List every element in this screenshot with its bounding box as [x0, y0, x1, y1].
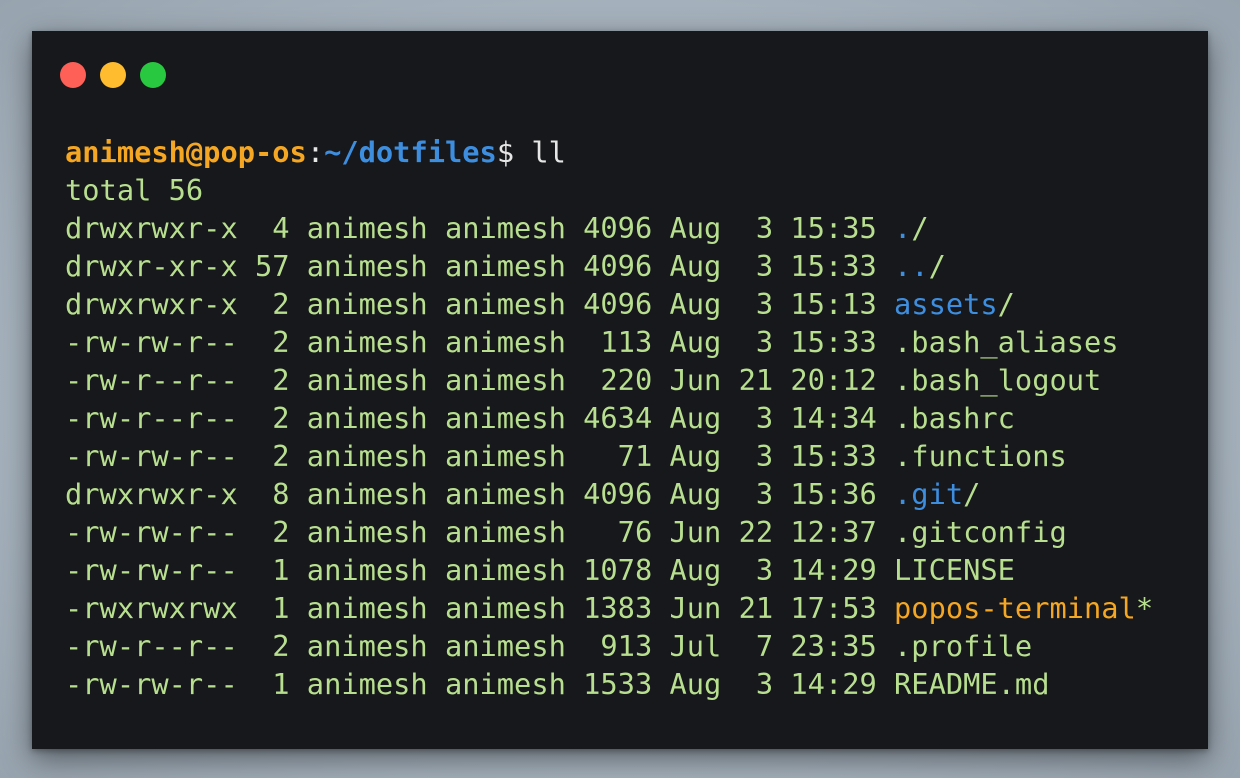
window-controls	[60, 62, 166, 88]
listing-meta: -rw-rw-r-- 2 animesh animesh 71 Aug 3 15…	[65, 439, 895, 473]
listing-filename: .profile	[894, 629, 1033, 663]
prompt-colon: :	[306, 135, 325, 169]
listing-suffix: /	[963, 477, 981, 511]
listing-filename: assets	[894, 287, 998, 321]
listing-suffix: *	[1135, 591, 1154, 625]
listing-meta: drwxr-xr-x 57 animesh animesh 4096 Aug 3…	[65, 249, 895, 283]
listing-meta: drwxrwxr-x 2 animesh animesh 4096 Aug 3 …	[65, 287, 895, 321]
listing-meta: -rw-r--r-- 2 animesh animesh 220 Jun 21 …	[65, 363, 895, 397]
listing-filename: .bashrc	[894, 401, 1015, 435]
close-button[interactable]	[60, 62, 86, 88]
listing-filename: .git	[894, 477, 964, 511]
listing-meta: -rwxrwxrwx 1 animesh animesh 1383 Jun 21…	[65, 591, 895, 625]
listing-row: -rw-rw-r-- 2 animesh animesh 113 Aug 3 1…	[65, 323, 1153, 361]
listing-meta: -rw-rw-r-- 2 animesh animesh 113 Aug 3 1…	[65, 325, 895, 359]
listing-row: -rw-rw-r-- 2 animesh animesh 71 Aug 3 15…	[65, 437, 1153, 475]
listing-row: -rw-r--r-- 2 animesh animesh 4634 Aug 3 …	[65, 399, 1153, 437]
terminal-output[interactable]: animesh@pop-os:~/dotfiles$ ll total 56 drw…	[65, 133, 1153, 703]
listing-row: -rw-rw-r-- 2 animesh animesh 76 Jun 22 1…	[65, 513, 1153, 551]
listing-filename: .bash_aliases	[894, 325, 1119, 359]
listing-suffix: /	[911, 211, 929, 245]
listing-row: -rw-rw-r-- 1 animesh animesh 1533 Aug 3 …	[65, 665, 1153, 703]
total-line: total 56	[65, 173, 204, 207]
listing-filename: README.md	[894, 667, 1050, 701]
listing-meta: -rw-rw-r-- 1 animesh animesh 1078 Aug 3 …	[65, 553, 895, 587]
listing-row: drwxrwxr-x 2 animesh animesh 4096 Aug 3 …	[65, 285, 1153, 323]
listing-meta: -rw-rw-r-- 1 animesh animesh 1533 Aug 3 …	[65, 667, 895, 701]
listing-row: drwxrwxr-x 8 animesh animesh 4096 Aug 3 …	[65, 475, 1153, 513]
listing-row: -rwxrwxrwx 1 animesh animesh 1383 Jun 21…	[65, 589, 1153, 627]
listing-meta: -rw-r--r-- 2 animesh animesh 4634 Aug 3 …	[65, 401, 895, 435]
listing-row: -rw-r--r-- 2 animesh animesh 913 Jul 7 2…	[65, 627, 1153, 665]
prompt-dollar: $	[496, 135, 515, 169]
listing-suffix: /	[928, 249, 946, 283]
prompt-user-host: animesh@pop-os	[65, 135, 307, 169]
listing-filename: LICENSE	[894, 553, 1015, 587]
typed-command: ll	[514, 135, 566, 169]
minimize-button[interactable]	[100, 62, 126, 88]
listing-filename: .functions	[894, 439, 1067, 473]
directory-listing: drwxrwxr-x 4 animesh animesh 4096 Aug 3 …	[65, 209, 1153, 703]
listing-meta: drwxrwxr-x 4 animesh animesh 4096 Aug 3 …	[65, 211, 895, 245]
prompt-path: ~/dotfiles	[324, 135, 497, 169]
listing-filename: .	[894, 211, 912, 245]
listing-row: drwxrwxr-x 4 animesh animesh 4096 Aug 3 …	[65, 209, 1153, 247]
listing-row: -rw-rw-r-- 1 animesh animesh 1078 Aug 3 …	[65, 551, 1153, 589]
listing-meta: drwxrwxr-x 8 animesh animesh 4096 Aug 3 …	[65, 477, 895, 511]
listing-filename: ..	[894, 249, 929, 283]
listing-row: drwxr-xr-x 57 animesh animesh 4096 Aug 3…	[65, 247, 1153, 285]
listing-filename: .bash_logout	[894, 363, 1102, 397]
listing-meta: -rw-rw-r-- 2 animesh animesh 76 Jun 22 1…	[65, 515, 895, 549]
listing-filename: popos-terminal	[894, 591, 1136, 625]
prompt-line: animesh@pop-os:~/dotfiles$ ll	[65, 133, 1153, 171]
listing-filename: .gitconfig	[894, 515, 1067, 549]
listing-meta: -rw-r--r-- 2 animesh animesh 913 Jul 7 2…	[65, 629, 895, 663]
maximize-button[interactable]	[140, 62, 166, 88]
listing-row: -rw-r--r-- 2 animesh animesh 220 Jun 21 …	[65, 361, 1153, 399]
listing-suffix: /	[997, 287, 1015, 321]
terminal-window: animesh@pop-os:~/dotfiles$ ll total 56 drw…	[32, 31, 1208, 749]
